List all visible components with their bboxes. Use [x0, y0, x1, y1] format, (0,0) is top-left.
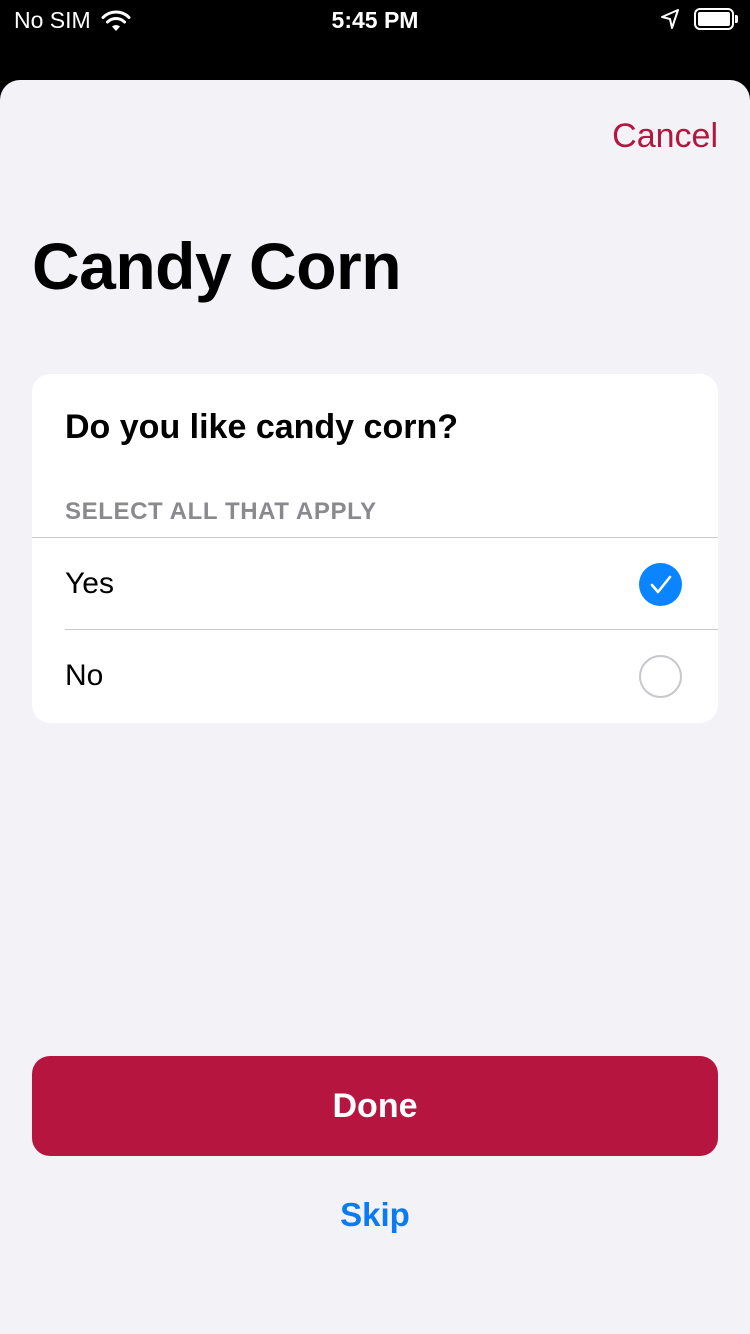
option-no[interactable]: No [32, 630, 718, 722]
modal-sheet: Cancel Candy Corn Do you like candy corn… [0, 80, 750, 1334]
battery-icon [694, 8, 738, 30]
option-yes[interactable]: Yes [32, 538, 718, 630]
status-bar-right [660, 8, 738, 30]
done-button[interactable]: Done [32, 1056, 718, 1156]
question-text: Do you like candy corn? [65, 408, 458, 446]
instruction-text: SELECT ALL THAT APPLY [65, 498, 377, 525]
status-time: 5:45 PM [331, 7, 419, 33]
location-arrow-icon [661, 9, 679, 29]
checkmark-unselected-icon[interactable] [639, 655, 682, 698]
option-label: Yes [65, 567, 114, 600]
question-card: Do you like candy corn? SELECT ALL THAT … [32, 374, 718, 723]
status-bar: No SIM 5:45 PM [0, 0, 750, 40]
option-label: No [65, 659, 104, 692]
checkmark-selected-icon[interactable] [639, 563, 682, 606]
cancel-button[interactable]: Cancel [612, 117, 718, 156]
page-title: Candy Corn [32, 229, 402, 303]
skip-button[interactable]: Skip [0, 1196, 750, 1234]
